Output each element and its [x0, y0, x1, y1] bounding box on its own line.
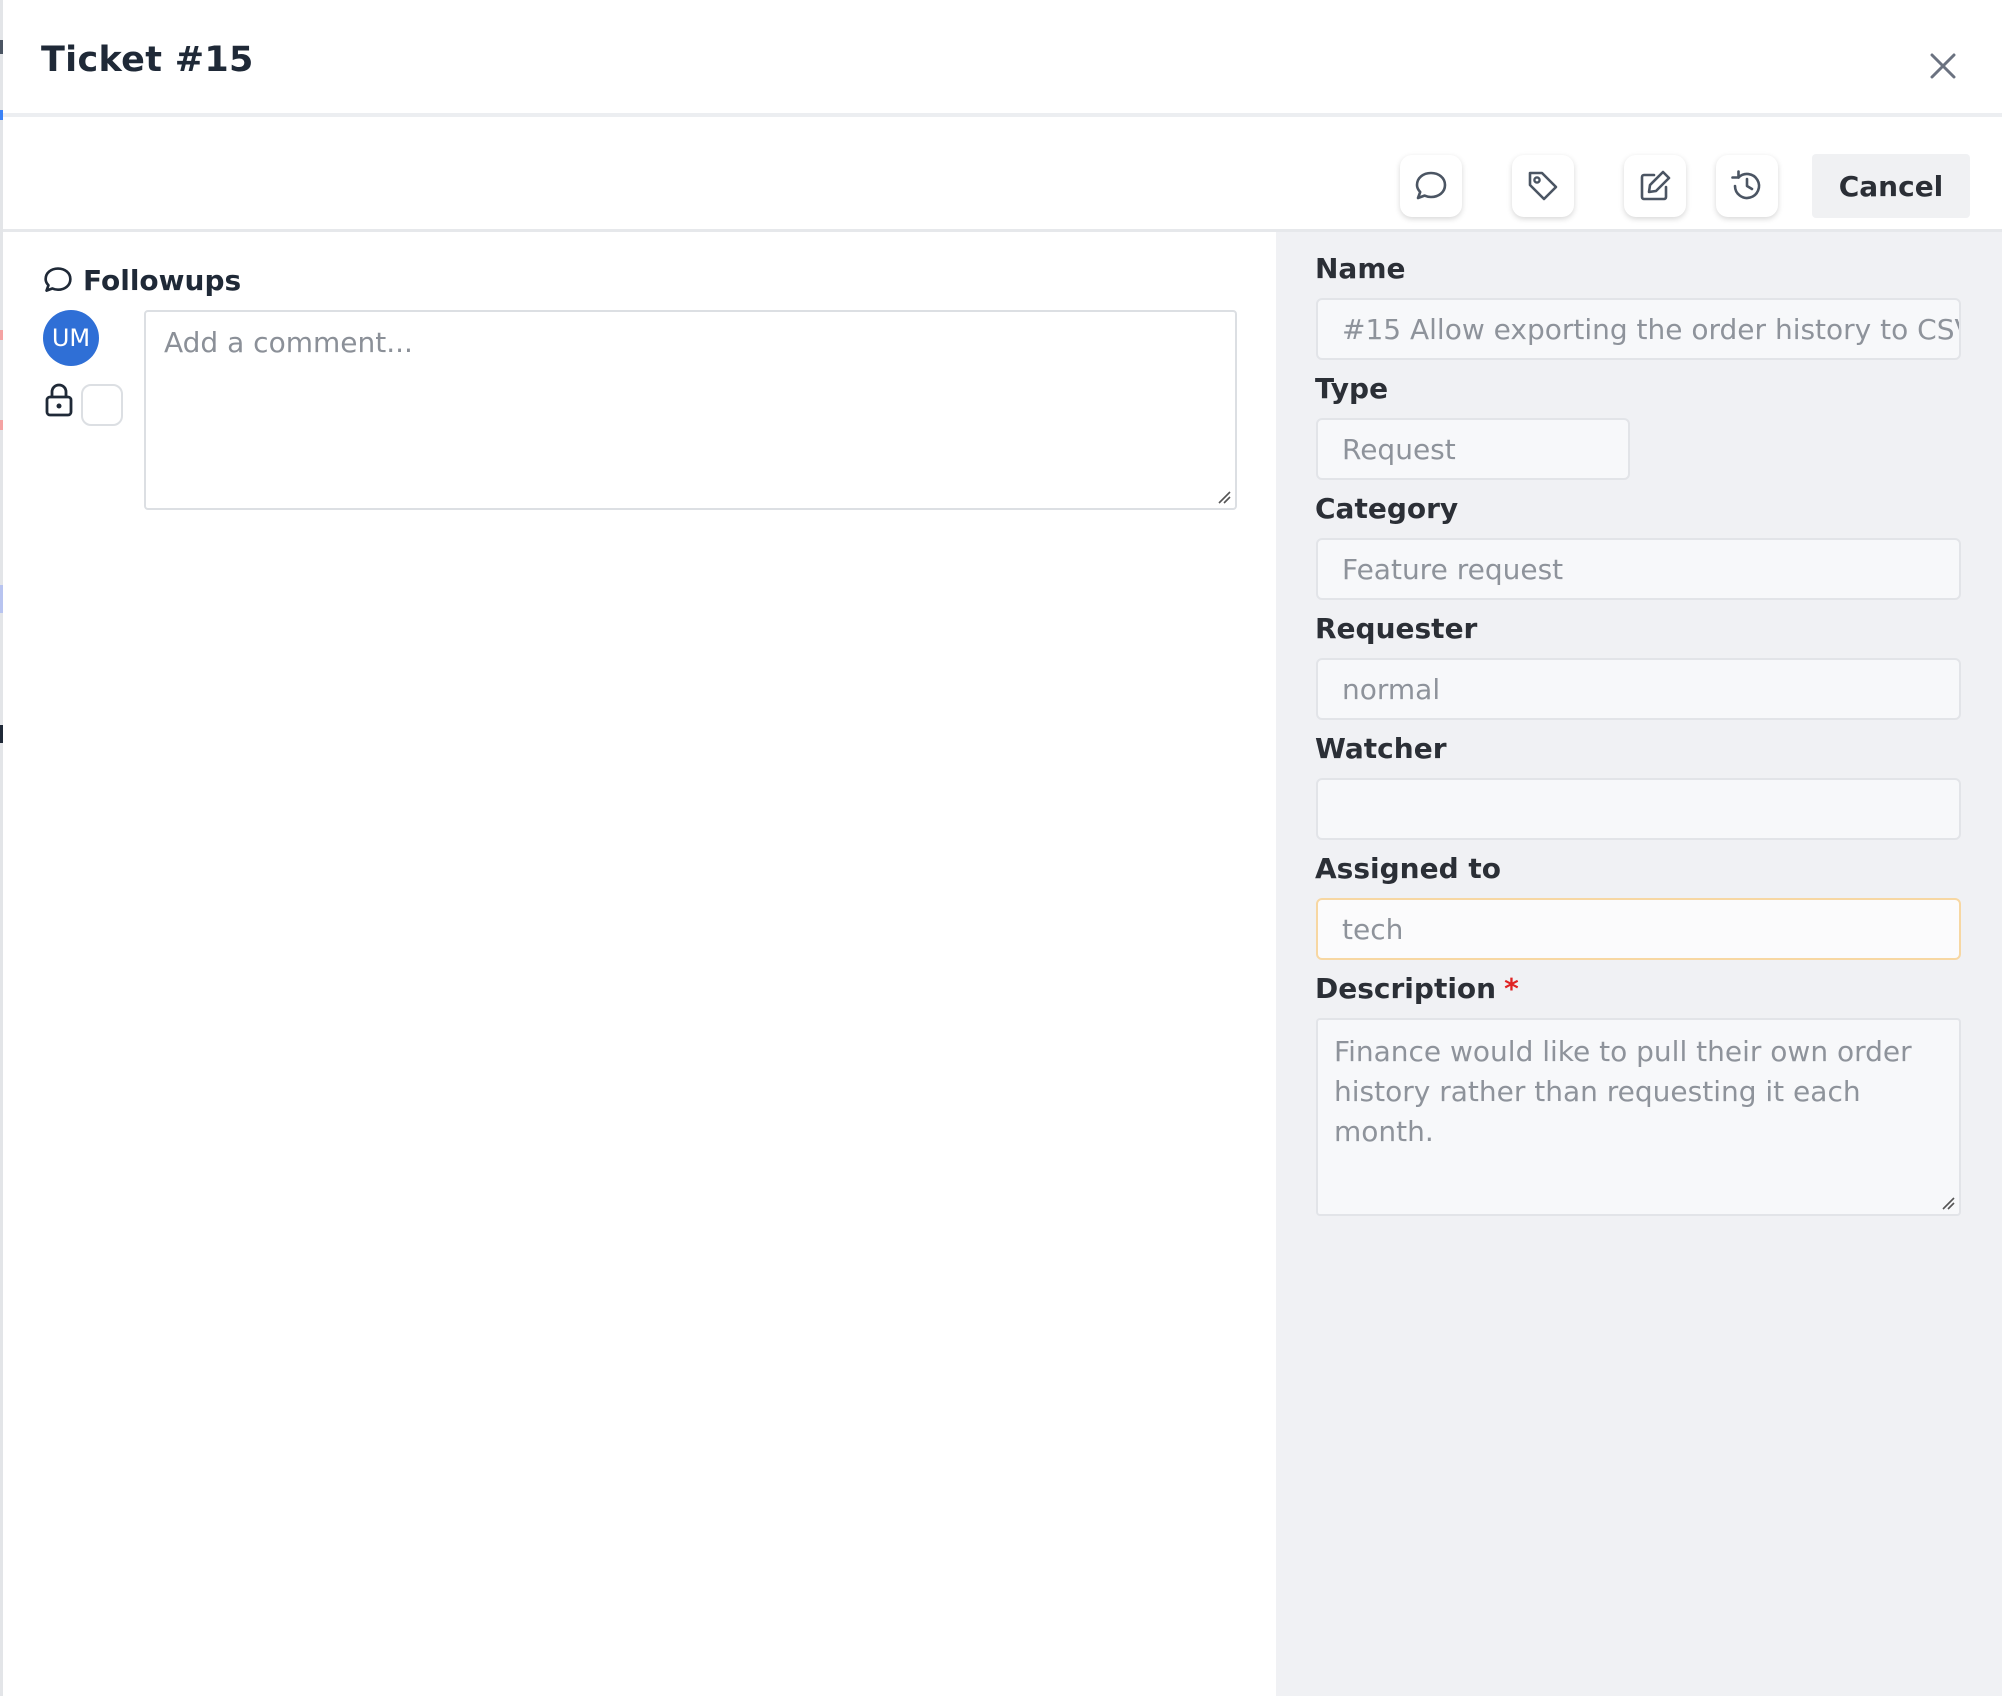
description-label-text: Description: [1315, 972, 1497, 1005]
watcher-label: Watcher: [1315, 732, 1447, 765]
history-button[interactable]: [1716, 155, 1778, 217]
name-label: Name: [1315, 252, 1406, 285]
type-field[interactable]: Request: [1316, 418, 1630, 480]
private-checkbox[interactable]: [81, 384, 123, 426]
followups-title: Followups: [83, 263, 242, 297]
description-field[interactable]: Finance would like to pull their own ord…: [1316, 1018, 1961, 1216]
description-label: Description *: [1315, 972, 1519, 1005]
cancel-button[interactable]: Cancel: [1812, 154, 1970, 218]
requester-label: Requester: [1315, 612, 1478, 645]
comment-placeholder: Add a comment...: [164, 326, 413, 359]
watcher-field[interactable]: [1316, 778, 1961, 840]
avatar: UM: [43, 310, 99, 366]
name-field[interactable]: #15 Allow exporting the order history to…: [1316, 298, 1961, 360]
edit-button[interactable]: [1624, 155, 1686, 217]
category-field[interactable]: Feature request: [1316, 538, 1961, 600]
ticket-details-pane: Name #15 Allow exporting the order histo…: [1276, 232, 2002, 1696]
followup-button[interactable]: [1400, 155, 1462, 217]
description-text: Finance would like to pull their own ord…: [1334, 1035, 1912, 1148]
comment-icon: [1415, 171, 1447, 200]
followups-heading: Followups: [43, 260, 241, 300]
tags-button[interactable]: [1512, 155, 1574, 217]
resize-grip-icon[interactable]: [1217, 490, 1231, 504]
close-icon: [1930, 53, 1956, 79]
history-icon: [1731, 170, 1761, 200]
resize-grip-icon[interactable]: [1941, 1196, 1955, 1210]
close-button[interactable]: [1920, 43, 1966, 89]
required-marker: *: [1504, 972, 1519, 1005]
edit-icon: [1640, 170, 1671, 201]
tag-icon: [1528, 171, 1558, 201]
modal-header: Ticket #15: [3, 0, 2002, 117]
assigned-to-field[interactable]: tech: [1316, 898, 1961, 960]
ticket-modal: Ticket #15 Cancel Followups UM Add a com…: [0, 0, 2002, 1696]
toolbar: Cancel: [3, 117, 2002, 232]
lock-icon: [45, 383, 73, 417]
category-label: Category: [1315, 492, 1459, 525]
modal-title: Ticket #15: [41, 40, 254, 80]
requester-field[interactable]: normal: [1316, 658, 1961, 720]
comment-icon: [44, 267, 72, 292]
comment-input[interactable]: Add a comment...: [144, 310, 1237, 510]
assigned-to-label: Assigned to: [1315, 852, 1501, 885]
followups-pane: Followups UM Add a comment...: [3, 232, 1276, 1696]
type-label: Type: [1315, 372, 1389, 405]
